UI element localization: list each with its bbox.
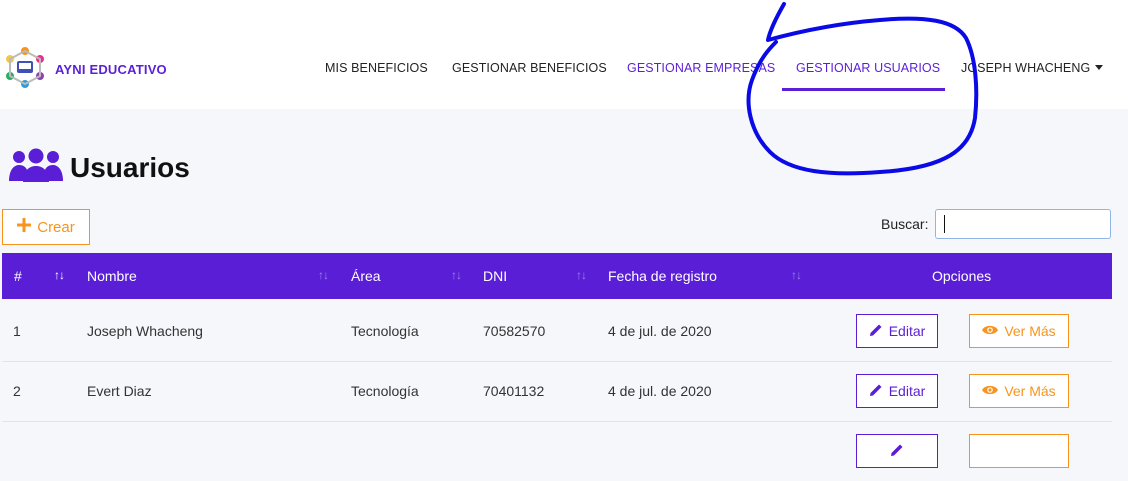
edit-button-label: Editar xyxy=(888,383,926,399)
cell-name: Evert Diaz xyxy=(87,383,152,399)
page-title-text: Usuarios xyxy=(70,151,190,183)
table-header: # ↑↓ Nombre ↑↓ Área ↑↓ DNI ↑↓ Fecha de r… xyxy=(2,253,1112,299)
plus-icon xyxy=(17,218,32,236)
cell-date: 4 de jul. de 2020 xyxy=(608,383,712,399)
edit-button[interactable]: Editar xyxy=(856,374,938,408)
sort-icon[interactable]: ↑↓ xyxy=(791,268,802,282)
header-area[interactable]: Área xyxy=(351,268,381,284)
nav-mis-beneficios[interactable]: MIS BENEFICIOS xyxy=(325,61,428,75)
header-fecha[interactable]: Fecha de registro xyxy=(608,268,717,284)
sort-icon[interactable]: ↑↓ xyxy=(451,268,462,282)
create-button[interactable]: Crear xyxy=(2,209,90,245)
header-num[interactable]: # xyxy=(14,268,22,284)
view-more-button-label: Ver Más xyxy=(1004,383,1056,399)
sort-icon[interactable]: ↑↓ xyxy=(576,268,587,282)
view-more-button[interactable]: Ver Más xyxy=(969,374,1069,408)
brand-name: AYNI EDUCATIVO xyxy=(55,62,167,77)
view-more-button-label: Ver Más xyxy=(1004,323,1056,339)
search-input[interactable] xyxy=(935,209,1111,239)
page-title: Usuarios xyxy=(8,148,190,187)
header-dni[interactable]: DNI xyxy=(483,268,507,284)
eye-icon xyxy=(982,323,999,339)
view-more-button[interactable]: Ver Más xyxy=(969,314,1069,348)
edit-button[interactable]: Editar xyxy=(856,314,938,348)
edit-button[interactable] xyxy=(856,434,938,468)
cell-area: Tecnología xyxy=(351,323,419,339)
cell-num: 2 xyxy=(13,383,21,399)
cell-num: 1 xyxy=(13,323,21,339)
cell-name: Joseph Whacheng xyxy=(87,323,203,339)
pencil-icon xyxy=(869,383,883,400)
active-nav-indicator xyxy=(782,88,945,91)
create-button-label: Crear xyxy=(37,218,75,236)
nav-gestionar-beneficios[interactable]: GESTIONAR BENEFICIOS xyxy=(452,61,607,75)
caret-down-icon xyxy=(1095,65,1104,70)
logo-icon xyxy=(4,46,46,93)
cell-dni: 70401132 xyxy=(483,383,545,399)
nav-user-dropdown[interactable]: JOSEPH WHACHENG xyxy=(961,61,1104,75)
edit-button-label: Editar xyxy=(888,323,926,339)
nav-gestionar-empresas[interactable]: GESTIONAR EMPRESAS xyxy=(627,61,775,75)
table-row: 1 Joseph Whacheng Tecnología 70582570 4 … xyxy=(2,301,1112,362)
cell-area: Tecnología xyxy=(351,383,419,399)
text-cursor xyxy=(944,215,945,233)
search-label: Buscar: xyxy=(881,216,929,232)
pencil-icon xyxy=(869,323,883,340)
sort-icon[interactable]: ↑↓ xyxy=(54,268,65,282)
nav-gestionar-usuarios[interactable]: GESTIONAR USUARIOS xyxy=(796,61,940,75)
table-row xyxy=(2,421,1112,481)
cell-dni: 70582570 xyxy=(483,323,546,339)
navbar: AYNI EDUCATIVO MIS BENEFICIOS GESTIONAR … xyxy=(0,0,1128,109)
user-name: JOSEPH WHACHENG xyxy=(961,61,1091,75)
pencil-icon xyxy=(890,443,904,460)
cell-date: 4 de jul. de 2020 xyxy=(608,323,712,339)
eye-icon xyxy=(982,383,999,399)
view-more-button[interactable] xyxy=(969,434,1069,468)
header-nombre[interactable]: Nombre xyxy=(87,268,137,284)
users-icon xyxy=(8,148,64,187)
header-opciones: Opciones xyxy=(932,268,992,284)
table-row: 2 Evert Diaz Tecnología 70401132 4 de ju… xyxy=(2,361,1112,422)
brand[interactable]: AYNI EDUCATIVO xyxy=(4,46,167,93)
sort-icon[interactable]: ↑↓ xyxy=(318,268,329,282)
